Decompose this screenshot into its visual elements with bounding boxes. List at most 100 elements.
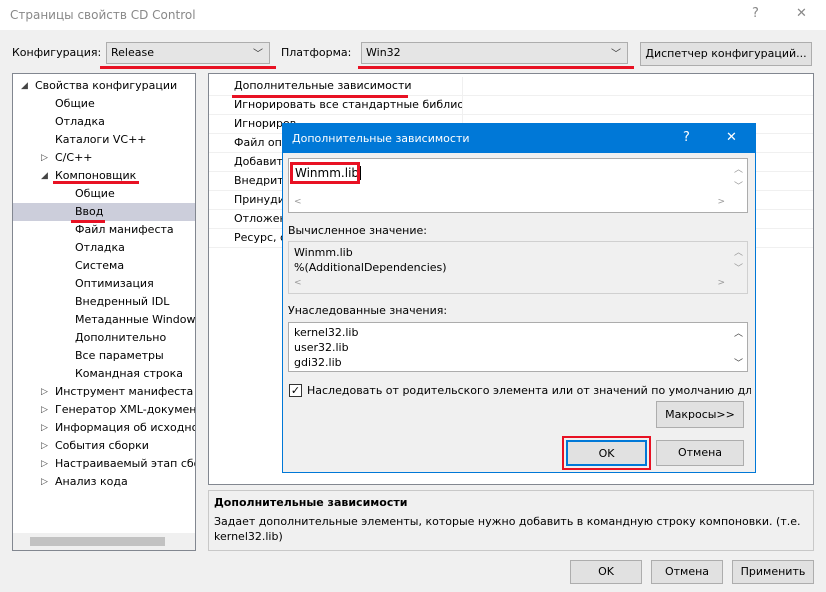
tree-item[interactable]: Ввод <box>13 203 195 221</box>
tree-item[interactable]: ▷ C/C++ <box>13 149 195 167</box>
tree-item-label: Инструмент манифеста <box>55 385 194 398</box>
tree-item[interactable]: Отладка <box>13 239 195 257</box>
expanded-arrow-icon[interactable]: ◢ <box>41 167 48 185</box>
tree-item[interactable]: Отладка <box>13 113 195 131</box>
computed-line: Winmm.lib <box>294 246 353 259</box>
scroll-right-icon[interactable]: > <box>717 197 725 207</box>
property-row[interactable]: Игнорировать все стандартные библиоте <box>209 96 813 115</box>
scroll-up-icon[interactable]: ︿ <box>734 162 743 175</box>
property-name: Игнорировать все стандартные библиоте <box>234 98 462 111</box>
macros-button[interactable]: Макросы>> <box>656 401 744 428</box>
scroll-up-icon[interactable]: ︿ <box>734 245 743 258</box>
tree-item[interactable]: Система <box>13 257 195 275</box>
config-select[interactable]: Release ﹀ <box>106 42 270 64</box>
chevron-down-icon: ﹀ <box>253 49 263 60</box>
expanded-arrow-icon[interactable]: ◢ <box>21 77 28 95</box>
dialog-close-icon[interactable]: ✕ <box>726 130 737 145</box>
scroll-down-icon[interactable]: ﹀ <box>734 356 743 369</box>
tree-item[interactable]: Дополнительно <box>13 329 195 347</box>
ok-button[interactable]: OK <box>570 560 642 584</box>
platform-select[interactable]: Win32 ﹀ <box>361 42 628 64</box>
tree-item-label: C/C++ <box>55 151 93 164</box>
collapsed-arrow-icon[interactable]: ▷ <box>41 149 48 167</box>
tree-item-label: Система <box>75 259 125 272</box>
scrollbar-thumb[interactable] <box>30 537 165 546</box>
config-manager-button[interactable]: Диспетчер конфигураций... <box>640 42 812 66</box>
window-title: Страницы свойств CD Control <box>10 8 196 22</box>
property-row[interactable]: Дополнительные зависимости <box>209 77 813 96</box>
inherit-checkbox-label: Наследовать от родительского элемента ил… <box>307 384 751 397</box>
apply-button[interactable]: Применить <box>732 560 814 584</box>
tree-item[interactable]: ▷ Информация об исходно <box>13 419 195 437</box>
inherited-values-box: kernel32.lib user32.lib gdi32.lib ︿ ﹀ <box>288 322 748 372</box>
tree-item-label: Информация об исходно <box>55 421 195 434</box>
tree-item[interactable]: ◢ Свойства конфигурации <box>13 77 195 95</box>
inherited-label: Унаследованные значения: <box>288 304 448 317</box>
column-separator <box>462 77 463 96</box>
close-icon[interactable]: ✕ <box>796 6 807 21</box>
computed-label: Вычисленное значение: <box>288 224 427 237</box>
tree-item-label: Настраиваемый этап сбо <box>55 457 195 470</box>
annotation-underline <box>232 95 408 98</box>
annotation-underline <box>53 181 139 184</box>
scroll-right-icon[interactable]: > <box>717 278 725 288</box>
tree-item[interactable]: ▷ Генератор XML-документ <box>13 401 195 419</box>
cancel-button[interactable]: Отмена <box>651 560 723 584</box>
tree-item-label: Отладка <box>55 115 105 128</box>
description-text: Задает дополнительные элементы, которые … <box>214 515 801 543</box>
computed-values-box: Winmm.lib %(AdditionalDependencies) ︿ ﹀ … <box>288 241 748 294</box>
tree-item-label: Каталоги VC++ <box>55 133 147 146</box>
config-label: Конфигурация: <box>12 46 102 59</box>
tree-item[interactable]: Каталоги VC++ <box>13 131 195 149</box>
dialog-title-bar: Дополнительные зависимости ? ✕ <box>283 124 755 153</box>
tree-item[interactable]: Все параметры <box>13 347 195 365</box>
tree-item[interactable]: ▷ Настраиваемый этап сбо <box>13 455 195 473</box>
tree-item[interactable]: Файл манифеста <box>13 221 195 239</box>
collapsed-arrow-icon[interactable]: ▷ <box>41 473 48 491</box>
tree-item[interactable]: ▷ События сборки <box>13 437 195 455</box>
tree-item[interactable]: Общие <box>13 185 195 203</box>
tree-item[interactable]: Оптимизация <box>13 275 195 293</box>
annotation-underline <box>100 66 276 69</box>
tree-item[interactable]: Общие <box>13 95 195 113</box>
collapsed-arrow-icon[interactable]: ▷ <box>41 401 48 419</box>
scroll-down-icon[interactable]: ﹀ <box>734 179 743 192</box>
column-separator <box>462 96 463 115</box>
annotation-underline <box>358 66 634 69</box>
tree-item-label: Командная строка <box>75 367 183 380</box>
tree-item-label: Оптимизация <box>75 277 154 290</box>
inherited-line: user32.lib <box>294 341 349 354</box>
title-bar: Страницы свойств CD Control ? ✕ <box>0 0 826 30</box>
dialog-title: Дополнительные зависимости <box>292 132 470 145</box>
collapsed-arrow-icon[interactable]: ▷ <box>41 419 48 437</box>
tree-item-label: Общие <box>75 187 115 200</box>
property-name: Дополнительные зависимости <box>234 79 412 92</box>
tree-horizontal-scrollbar[interactable] <box>13 533 195 550</box>
dependencies-edit-box[interactable]: Winmm.lib ︿ ﹀ < > <box>288 158 748 213</box>
dialog-cancel-button[interactable]: Отмена <box>656 440 744 466</box>
tree-item[interactable]: ▷ Инструмент манифеста <box>13 383 195 401</box>
tree-item-label: Генератор XML-документ <box>55 403 195 416</box>
description-title: Дополнительные зависимости <box>214 496 408 509</box>
tree-item[interactable]: Метаданные Windows <box>13 311 195 329</box>
scroll-left-icon[interactable]: < <box>294 197 302 207</box>
collapsed-arrow-icon[interactable]: ▷ <box>41 383 48 401</box>
dialog-help-button[interactable]: ? <box>683 130 690 145</box>
tree-panel: ◢ Свойства конфигурации Общие Отладка Катало… <box>12 73 196 551</box>
platform-label: Платформа: <box>281 46 352 59</box>
inherited-line: kernel32.lib <box>294 326 359 339</box>
tree-item[interactable]: Внедренный IDL <box>13 293 195 311</box>
scroll-left-icon[interactable]: < <box>294 278 302 288</box>
inherit-checkbox[interactable]: ✓ <box>289 384 302 397</box>
tree-item[interactable]: Командная строка <box>13 365 195 383</box>
computed-line: %(AdditionalDependencies) <box>294 261 447 274</box>
collapsed-arrow-icon[interactable]: ▷ <box>41 437 48 455</box>
help-button[interactable]: ? <box>752 6 759 21</box>
tree-item-label: Дополнительно <box>75 331 167 344</box>
scroll-down-icon[interactable]: ﹀ <box>734 261 743 274</box>
collapsed-arrow-icon[interactable]: ▷ <box>41 455 48 473</box>
tree-item-label: Ввод <box>75 205 104 218</box>
dependencies-dialog: Дополнительные зависимости ? ✕ Winmm.lib… <box>282 123 756 473</box>
scroll-up-icon[interactable]: ︿ <box>734 326 743 339</box>
tree-item[interactable]: ▷ Анализ кода <box>13 473 195 491</box>
